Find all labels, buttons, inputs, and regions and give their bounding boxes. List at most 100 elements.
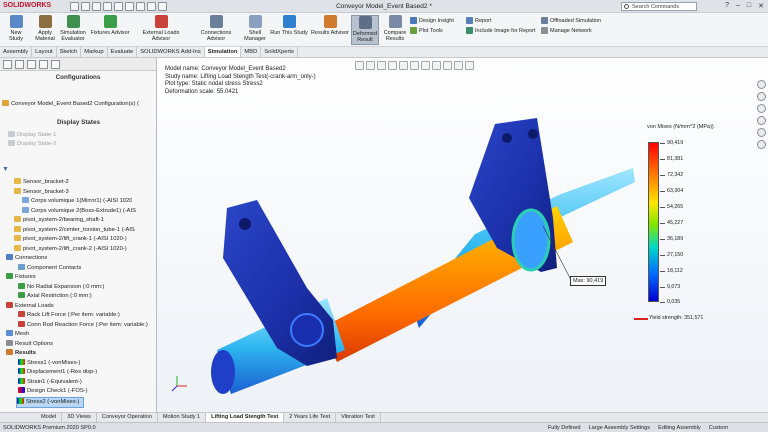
simulation-evaluator-button[interactable]: Simulation Evaluator	[59, 15, 87, 42]
search-input[interactable]: Search Commands	[621, 2, 697, 11]
compare-results-button[interactable]: Compare Results	[382, 15, 408, 42]
tree-item[interactable]: pivot_system-2/lift_crank-1 (-AISI 1020-…	[14, 235, 127, 245]
design-insight-button[interactable]: Design Insight	[410, 17, 454, 24]
fixtures-advisor-button[interactable]: Fixtures Advisor	[89, 15, 131, 36]
open-icon[interactable]	[92, 2, 101, 11]
home-icon[interactable]	[70, 2, 79, 11]
tree-item[interactable]: Corps volumique 2(Boss-Extrude1) (-AIS	[22, 206, 136, 217]
tree-item-selected[interactable]: Stress2 (-vonMises-)	[16, 396, 85, 408]
tree-item[interactable]: Connections	[6, 254, 47, 264]
tree-item[interactable]: Corps volumique 1(Mirror1) (-AISI 1020	[22, 197, 132, 207]
insight-icon	[410, 17, 417, 24]
select-icon[interactable]	[136, 2, 145, 11]
report-button[interactable]: Report	[466, 17, 492, 24]
options-icon[interactable]	[158, 2, 167, 11]
connections-icon	[209, 15, 223, 28]
tree-item[interactable]: Axial Restriction (:0 mm:)	[18, 292, 92, 302]
stress-plot-model[interactable]	[157, 58, 768, 412]
tab-addins[interactable]: SOLIDWORKS Add-Ins	[137, 47, 205, 57]
tree-item[interactable]: pivot_system-2/bearing_shaft-1	[14, 216, 104, 226]
tree-item[interactable]: Sensor_bracket-2	[14, 178, 69, 188]
fos-plot-icon	[18, 387, 25, 393]
legend-tick: 81,381	[667, 156, 684, 162]
part-icon	[14, 216, 21, 222]
plot-tools-button[interactable]: Plot Tools	[410, 27, 443, 34]
tree-item[interactable]: Strain1 (-Equivalent-)	[18, 377, 82, 388]
material-icon	[38, 15, 52, 28]
tree-item[interactable]: Conn Rod Reaction Force (:Per item: vari…	[18, 320, 148, 331]
tab-life-test[interactable]: 2 Years Life Test	[284, 413, 337, 422]
tree-item[interactable]: External Loads	[6, 301, 54, 312]
tree-item[interactable]: No Radial Expansion (:0 mm:)	[18, 282, 104, 293]
tree-item[interactable]: pivot_system-2/center_torsion_tube-1 (-A…	[14, 225, 135, 236]
tab-conveyor-operation[interactable]: Conveyor Operation	[97, 413, 158, 422]
tab-evaluate[interactable]: Evaluate	[108, 47, 138, 57]
save-icon[interactable]	[103, 2, 112, 11]
rebuild-icon[interactable]	[147, 2, 156, 11]
tab-3d-views[interactable]: 3D Views	[62, 413, 97, 422]
feature-tree-icon[interactable]	[3, 60, 12, 69]
filter-icon[interactable]: ▼	[2, 166, 9, 173]
tab-sketch[interactable]: Sketch	[57, 47, 82, 57]
print-icon[interactable]	[114, 2, 123, 11]
configuration-manager-panel: Configurations Conveyor Model_Event Base…	[0, 58, 157, 412]
external-loads-advisor-button[interactable]: External Loads Advisor	[133, 15, 189, 42]
tab-solidxperts[interactable]: SolidXperts	[261, 47, 298, 57]
tree-item[interactable]: Rack Lift Force (:Per item: variable:)	[18, 311, 120, 321]
crank-hole	[528, 129, 538, 139]
new-icon[interactable]	[81, 2, 90, 11]
tab-vibration-test[interactable]: Vibration Test	[336, 413, 381, 422]
config-icon[interactable]	[27, 60, 36, 69]
config-item[interactable]: Conveyor Model_Event Based2 Configuratio…	[2, 100, 139, 110]
results-advisor-button[interactable]: Results Advisor	[311, 15, 349, 36]
tree-item[interactable]: Fixtures	[6, 273, 36, 283]
apply-material-button[interactable]: Apply Material	[33, 15, 57, 42]
maximize-button[interactable]: □	[747, 2, 751, 10]
tree-item[interactable]: Displacement1 (-Res disp-)	[18, 368, 97, 378]
configurations-header: Configurations	[55, 74, 101, 81]
tree-item[interactable]: Sensor_bracket-3	[14, 187, 69, 198]
tree-item[interactable]: pivot_system-2/lift_crank-2 (-AISI 1020-…	[14, 244, 127, 255]
manage-network-button[interactable]: Manage Network	[541, 27, 592, 34]
tree-item[interactable]: Component Contacts	[18, 263, 81, 274]
connections-advisor-button[interactable]: Connections Advisor	[191, 15, 241, 42]
tree-item[interactable]: Stress1 (-vonMises-)	[18, 358, 80, 369]
report-icon	[466, 17, 473, 24]
shaft-left-cap	[211, 350, 235, 394]
appearance-icon[interactable]	[51, 60, 60, 69]
undo-icon[interactable]	[125, 2, 134, 11]
legend-tick: 36,189	[667, 236, 684, 242]
include-image-report-button[interactable]: Include Image for Report	[466, 27, 536, 34]
tree-item[interactable]: Design Check1 (-FOS-)	[18, 387, 88, 397]
graphics-viewport[interactable]: Model name: Conveyor Model_Event Based2 …	[157, 58, 768, 412]
run-study-button[interactable]: Run This Study	[269, 15, 309, 36]
tree-item[interactable]: Result Options	[6, 339, 53, 350]
tab-mbd[interactable]: MBD	[241, 47, 262, 57]
stress-plot-icon	[18, 358, 25, 365]
tree-item[interactable]: Mesh	[6, 330, 29, 340]
tree-item[interactable]: Results	[6, 349, 36, 359]
tab-markup[interactable]: Markup	[81, 47, 108, 57]
contact-icon	[18, 263, 25, 270]
display-state-2[interactable]: Display State-2	[8, 140, 56, 150]
crank-hole	[502, 133, 512, 143]
part-icon	[14, 178, 21, 184]
minimize-button[interactable]: –	[736, 2, 740, 10]
compare-icon	[388, 15, 402, 28]
shell-manager-button[interactable]: Shell Manager	[244, 15, 266, 42]
close-button[interactable]: ✕	[758, 2, 764, 10]
deformed-result-button[interactable]: Deformed Result	[351, 15, 379, 45]
tab-motion-study[interactable]: Motion Study 1	[158, 413, 207, 422]
tab-layout[interactable]: Layout	[32, 47, 57, 57]
dimxpert-icon[interactable]	[39, 60, 48, 69]
tab-simulation[interactable]: Simulation	[204, 47, 242, 57]
help-button[interactable]: ?	[725, 2, 729, 10]
max-value-label[interactable]: Max: 90,419	[570, 276, 607, 286]
tab-assembly[interactable]: Assembly	[0, 47, 33, 57]
tab-model[interactable]: Model	[36, 413, 63, 422]
property-icon[interactable]	[15, 60, 24, 69]
stress-plot-icon	[17, 397, 24, 404]
tab-lifting-load-test[interactable]: Lifting Load Stength Test	[206, 413, 285, 422]
new-study-button[interactable]: New Study	[3, 15, 29, 42]
offloaded-simulation-button[interactable]: Offloaded Simulation	[541, 17, 601, 24]
